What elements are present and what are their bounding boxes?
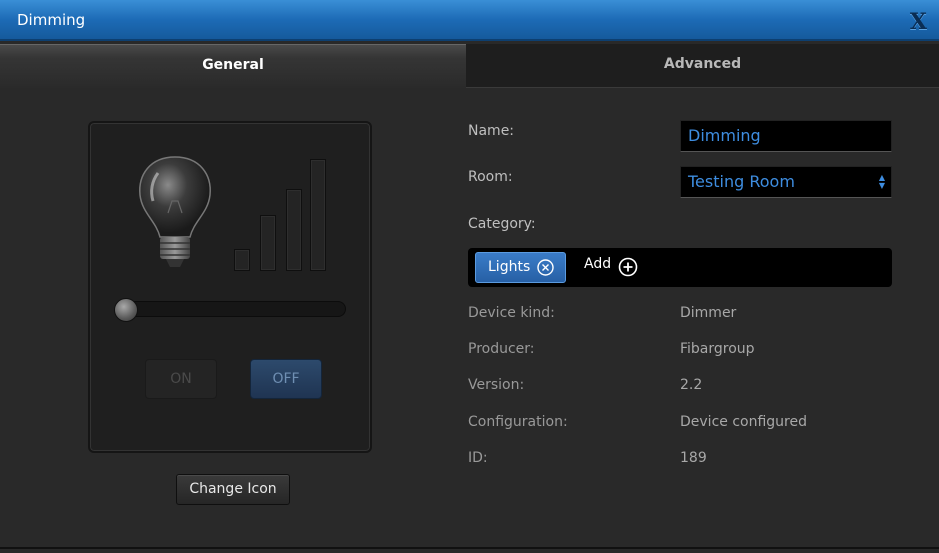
category-chip-lights[interactable]: Lights [475, 252, 566, 283]
device-dialog: Dimming X General Advanced ON OFF Change… [0, 0, 939, 553]
select-arrows-icon: ▲ ▼ [878, 173, 885, 190]
category-box: Lights Add [468, 248, 892, 287]
remove-category-icon[interactable] [537, 259, 554, 276]
level-bar [310, 159, 326, 271]
add-category-link[interactable]: Add [584, 256, 611, 272]
divider [0, 547, 939, 549]
room-select-value: Testing Room [688, 172, 795, 191]
detail-value: 2.2 [680, 377, 703, 393]
detail-value: 189 [680, 450, 707, 466]
off-button[interactable]: OFF [250, 359, 322, 399]
room-label: Room: [468, 169, 513, 185]
name-field[interactable]: Dimming [680, 120, 892, 152]
detail-label: ID: [468, 450, 488, 466]
change-icon-button[interactable]: Change Icon [176, 474, 290, 505]
lightbulb-icon [139, 156, 211, 267]
level-bar [234, 249, 250, 271]
signal-level-icon [234, 159, 334, 271]
detail-label: Producer: [468, 341, 535, 357]
add-circle-icon[interactable] [618, 257, 638, 277]
detail-value: Device configured [680, 414, 807, 430]
category-label: Category: [468, 216, 536, 232]
detail-value: Dimmer [680, 305, 737, 321]
tab-general[interactable]: General [0, 44, 466, 88]
window-title: Dimming [17, 11, 86, 29]
level-bar [260, 215, 276, 271]
detail-label: Device kind: [468, 305, 555, 321]
device-preview-panel: ON OFF [88, 121, 372, 453]
category-chip-label: Lights [488, 259, 531, 275]
title-bar: Dimming X [0, 0, 939, 41]
dimmer-slider-knob[interactable] [114, 298, 138, 322]
tab-advanced[interactable]: Advanced [466, 44, 939, 88]
name-label: Name: [468, 123, 515, 139]
level-bar [286, 189, 302, 271]
close-button[interactable]: X [910, 9, 927, 35]
on-button[interactable]: ON [145, 359, 217, 399]
detail-label: Configuration: [468, 414, 568, 430]
dimmer-slider[interactable] [116, 301, 346, 317]
detail-label: Version: [468, 377, 525, 393]
room-select[interactable]: Testing Room ▲ ▼ [680, 166, 892, 198]
detail-value: Fibargroup [680, 341, 755, 357]
